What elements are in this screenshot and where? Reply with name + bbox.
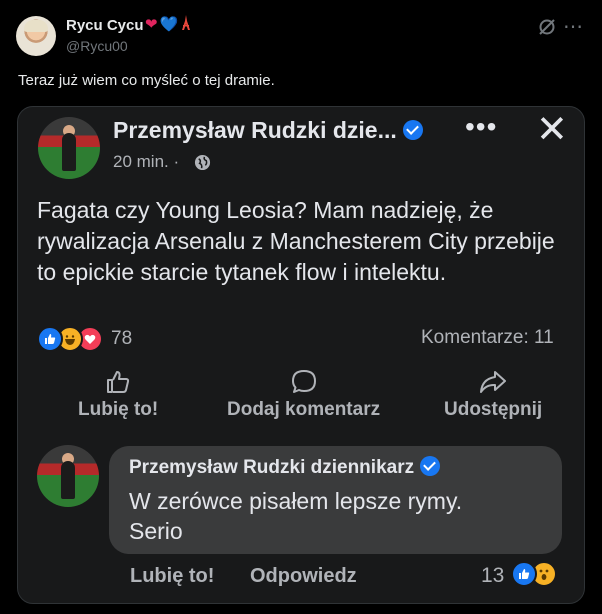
verified-badge-icon: [402, 119, 423, 140]
author-handle[interactable]: @Rycu00: [66, 38, 128, 54]
more-icon[interactable]: ⋯: [563, 14, 584, 39]
fb-post-text: Fagata czy Young Leosia? Mam nadzieję, ż…: [37, 197, 555, 285]
comment-bubble-icon: [291, 370, 316, 393]
author-avatar[interactable]: [16, 16, 56, 56]
verified-badge-icon: [420, 455, 441, 476]
fb-author-name: Przemysław Rudzki dzie...: [113, 117, 423, 144]
comment-reactions: [511, 561, 557, 587]
grok-icon[interactable]: [537, 17, 557, 37]
comment-reaction-count: 13: [481, 564, 505, 587]
comment-text: W zerówce pisałem lepsze rymy. Serio: [129, 488, 463, 544]
comments-count: Komentarze: 11: [421, 327, 554, 348]
thumbs-up-icon: [107, 371, 130, 393]
share-action: Udostępnij: [444, 369, 542, 421]
share-label: Udostępnij: [444, 399, 543, 420]
globe-icon: [194, 154, 211, 171]
reaction-summary: 78: [37, 326, 132, 352]
like-action: Lubię to!: [78, 369, 158, 421]
fb-author-avatar: [38, 117, 100, 179]
comment-author-avatar: [37, 445, 99, 507]
like-reaction-icon: [511, 561, 537, 587]
comment-label: Dodaj komentarz: [227, 399, 381, 420]
share-arrow-icon: [480, 371, 507, 393]
comment-like-label: Lubię to!: [130, 565, 215, 587]
comment-action: Dodaj komentarz: [227, 369, 380, 421]
tower-icon: [180, 15, 192, 34]
like-label: Lubię to!: [78, 399, 159, 420]
reaction-count: 78: [111, 328, 133, 349]
comment-bubble: Przemysław Rudzki dziennikarz W zerówce …: [109, 446, 562, 554]
embedded-image[interactable]: Przemysław Rudzki dzie... ••• ✕ 20 min. …: [17, 106, 585, 604]
author-emojis: ❤ 💙: [145, 15, 192, 34]
comment-author-name: Przemysław Rudzki dziennikarz: [129, 455, 441, 479]
comment-reply-label: Odpowiedz: [250, 565, 357, 587]
blue-heart-icon: 💙: [159, 16, 179, 33]
close-icon: ✕: [536, 109, 568, 151]
tweet-text: Teraz już wiem co myśleć o tej dramie.: [18, 72, 275, 89]
red-heart-icon: ❤: [145, 16, 158, 33]
like-reaction-icon: [37, 326, 63, 352]
author-name[interactable]: Rycu Cycu: [66, 17, 144, 34]
fb-post-time: 20 min. ·: [113, 152, 180, 171]
more-dots-icon: •••: [465, 111, 498, 142]
